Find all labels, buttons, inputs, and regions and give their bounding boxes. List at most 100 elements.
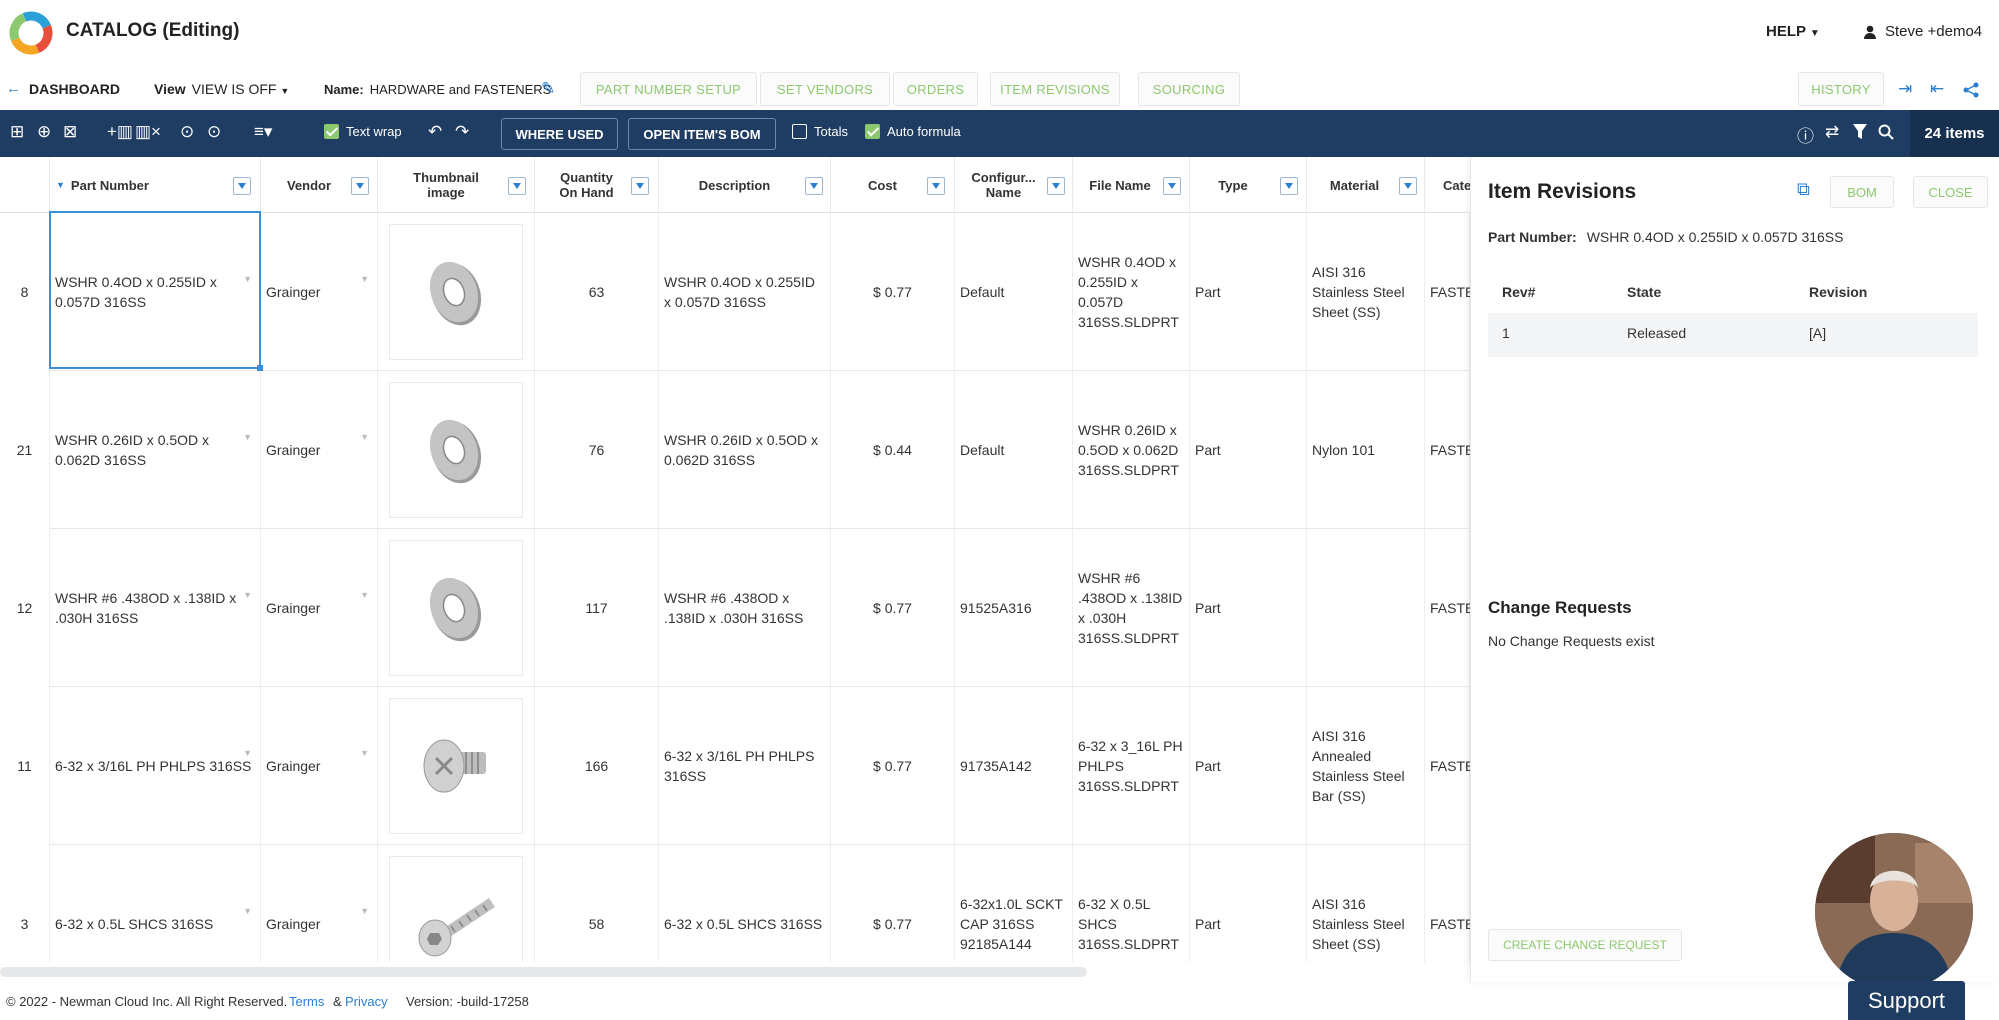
header-part-number[interactable]: ▼ Part Number <box>50 157 261 213</box>
swap-icon[interactable]: ⇄ <box>1825 122 1839 142</box>
header-description[interactable]: Description <box>659 157 831 213</box>
privacy-link[interactable]: Privacy <box>345 994 388 1009</box>
config-name-cell[interactable]: 91525A316 <box>955 529 1073 687</box>
quantity-cell[interactable]: 117 <box>535 529 659 687</box>
row-number[interactable]: 11 <box>0 687 50 845</box>
app-logo[interactable] <box>8 10 54 56</box>
dashboard-link[interactable]: DASHBOARD <box>29 81 120 97</box>
washer-thumbnail-image[interactable] <box>389 382 523 518</box>
row-number[interactable]: 21 <box>0 371 50 529</box>
part-number-cell[interactable]: 6-32 x 3/16L PH PHLPS 316SS ▼ <box>50 687 261 845</box>
cell-dropdown-icon[interactable]: ▼ <box>360 269 369 289</box>
support-button[interactable]: Support <box>1848 981 1965 1020</box>
cost-cell[interactable]: $ 0.77 <box>831 687 955 845</box>
cell-dropdown-icon[interactable]: ▼ <box>243 901 252 921</box>
cell-dropdown-icon[interactable]: ▼ <box>360 901 369 921</box>
cost-cell[interactable]: $ 0.77 <box>831 529 955 687</box>
undo-icon[interactable]: ↶ <box>428 122 442 142</box>
header-type[interactable]: Type <box>1190 157 1307 213</box>
filter-dropdown-icon[interactable] <box>1280 177 1298 195</box>
part-number-cell[interactable]: WSHR 0.26ID x 0.5OD x 0.062D 316SS ▼ <box>50 371 261 529</box>
filter-dropdown-icon[interactable] <box>233 177 251 195</box>
row-number[interactable]: 3 <box>0 845 50 962</box>
totals-checkbox[interactable] <box>792 124 807 139</box>
quantity-cell[interactable]: 63 <box>535 213 659 371</box>
material-cell[interactable] <box>1307 529 1425 687</box>
file-name-cell[interactable]: WSHR 0.26ID x 0.5OD x 0.062D 316SS.SLDPR… <box>1073 371 1190 529</box>
pan-screw-thumbnail-image[interactable] <box>389 698 523 834</box>
table-row[interactable]: 21 WSHR 0.26ID x 0.5OD x 0.062D 316SS ▼ Gra… <box>0 371 1470 529</box>
cost-cell[interactable]: $ 0.77 <box>831 213 955 371</box>
terms-link[interactable]: Terms <box>289 994 324 1009</box>
edit-pencil-icon[interactable]: ✎ <box>541 79 555 99</box>
align-icon[interactable]: ≡▾ <box>254 122 272 142</box>
cell-dropdown-icon[interactable]: ▼ <box>243 585 252 605</box>
description-cell[interactable]: WSHR 0.4OD x 0.255ID x 0.057D 316SS <box>659 213 831 371</box>
view-selector[interactable]: View VIEW IS OFF ▼ <box>154 81 289 97</box>
type-cell[interactable]: Part <box>1190 845 1307 962</box>
material-cell[interactable]: AISI 316 Stainless Steel Sheet (SS) <box>1307 845 1425 962</box>
type-cell[interactable]: Part <box>1190 529 1307 687</box>
type-cell[interactable]: Part <box>1190 371 1307 529</box>
auto-formula-toggle[interactable]: Auto formula <box>865 124 961 139</box>
config-name-cell[interactable]: Default <box>955 213 1073 371</box>
row-number[interactable]: 12 <box>0 529 50 687</box>
filter-dropdown-icon[interactable] <box>1399 177 1417 195</box>
washer-thumbnail-image[interactable] <box>389 224 523 360</box>
filter-dropdown-icon[interactable] <box>1163 177 1181 195</box>
add-column-icon[interactable]: +▥ <box>107 122 133 142</box>
back-arrow-icon[interactable]: ← <box>6 80 21 97</box>
open-bom-button[interactable]: OPEN ITEM'S BOM <box>628 118 776 150</box>
table-row[interactable]: 12 WSHR #6 .438OD x .138ID x .030H 316SS ▼… <box>0 529 1470 687</box>
text-wrap-checkbox[interactable] <box>324 124 339 139</box>
user-menu[interactable]: Steve +demo4 <box>1863 23 1982 40</box>
cell-dropdown-icon[interactable]: ▼ <box>243 427 252 447</box>
revision-row[interactable]: 1 Released [A] <box>1488 313 1978 357</box>
quantity-cell[interactable]: 76 <box>535 371 659 529</box>
move-down-icon[interactable]: ⊙ <box>207 122 221 142</box>
description-cell[interactable]: WSHR 0.26ID x 0.5OD x 0.062D 316SS <box>659 371 831 529</box>
header-material[interactable]: Material <box>1307 157 1425 213</box>
cell-dropdown-icon[interactable]: ▼ <box>243 743 252 763</box>
vendor-cell[interactable]: Grainger ▼ <box>261 529 378 687</box>
import-icon[interactable]: ⇥ <box>1898 79 1912 99</box>
quantity-cell[interactable]: 58 <box>535 845 659 962</box>
header-file-name[interactable]: File Name <box>1073 157 1190 213</box>
bom-button[interactable]: BOM <box>1830 176 1894 208</box>
header-quantity[interactable]: Quantity On Hand <box>535 157 659 213</box>
file-name-cell[interactable]: WSHR #6 .438OD x .138ID x .030H 316SS.SL… <box>1073 529 1190 687</box>
table-icon[interactable]: ⊞ <box>10 122 24 142</box>
delete-column-icon[interactable]: ▥× <box>135 122 161 142</box>
filter-dropdown-icon[interactable] <box>927 177 945 195</box>
thumbnail-cell[interactable] <box>378 529 535 687</box>
header-thumbnail[interactable]: Thumbnail image <box>378 157 535 213</box>
redo-icon[interactable]: ↷ <box>455 122 469 142</box>
material-cell[interactable]: AISI 316 Stainless Steel Sheet (SS) <box>1307 213 1425 371</box>
cap-screw-thumbnail-image[interactable] <box>389 856 523 962</box>
category-cell[interactable]: FASTE <box>1425 213 1470 371</box>
material-cell[interactable]: Nylon 101 <box>1307 371 1425 529</box>
table-row[interactable]: 8 WSHR 0.4OD x 0.255ID x 0.057D 316SS ▼ Gra… <box>0 213 1470 371</box>
cell-dropdown-icon[interactable]: ▼ <box>360 743 369 763</box>
part-number-cell[interactable]: WSHR #6 .438OD x .138ID x .030H 316SS ▼ <box>50 529 261 687</box>
vendor-cell[interactable]: Grainger ▼ <box>261 687 378 845</box>
add-row-icon[interactable]: ⊕ <box>37 122 51 142</box>
cell-dropdown-icon[interactable]: ▼ <box>360 427 369 447</box>
vendor-cell[interactable]: Grainger ▼ <box>261 845 378 962</box>
share-icon[interactable] <box>1963 82 1979 98</box>
type-cell[interactable]: Part <box>1190 213 1307 371</box>
text-wrap-toggle[interactable]: Text wrap <box>324 124 402 139</box>
description-cell[interactable]: WSHR #6 .438OD x .138ID x .030H 316SS <box>659 529 831 687</box>
export-icon[interactable]: ⇤ <box>1930 79 1944 99</box>
type-cell[interactable]: Part <box>1190 687 1307 845</box>
description-cell[interactable]: 6-32 x 3/16L PH PHLPS 316SS <box>659 687 831 845</box>
help-menu[interactable]: HELP ▼ <box>1766 23 1820 40</box>
header-config-name[interactable]: Configur... Name <box>955 157 1073 213</box>
table-row[interactable]: 3 6-32 x 0.5L SHCS 316SS ▼ Grainger ▼ 58 6-32 … <box>0 845 1470 962</box>
orders-button[interactable]: ORDERS <box>893 72 978 106</box>
config-name-cell[interactable]: 91735A142 <box>955 687 1073 845</box>
config-name-cell[interactable]: 6-32x1.0L SCKT CAP 316SS 92185A144 <box>955 845 1073 962</box>
thumbnail-cell[interactable] <box>378 213 535 371</box>
search-icon[interactable] <box>1878 124 1894 140</box>
table-row[interactable]: 11 6-32 x 3/16L PH PHLPS 316SS ▼ Grainger ▼ 1… <box>0 687 1470 845</box>
